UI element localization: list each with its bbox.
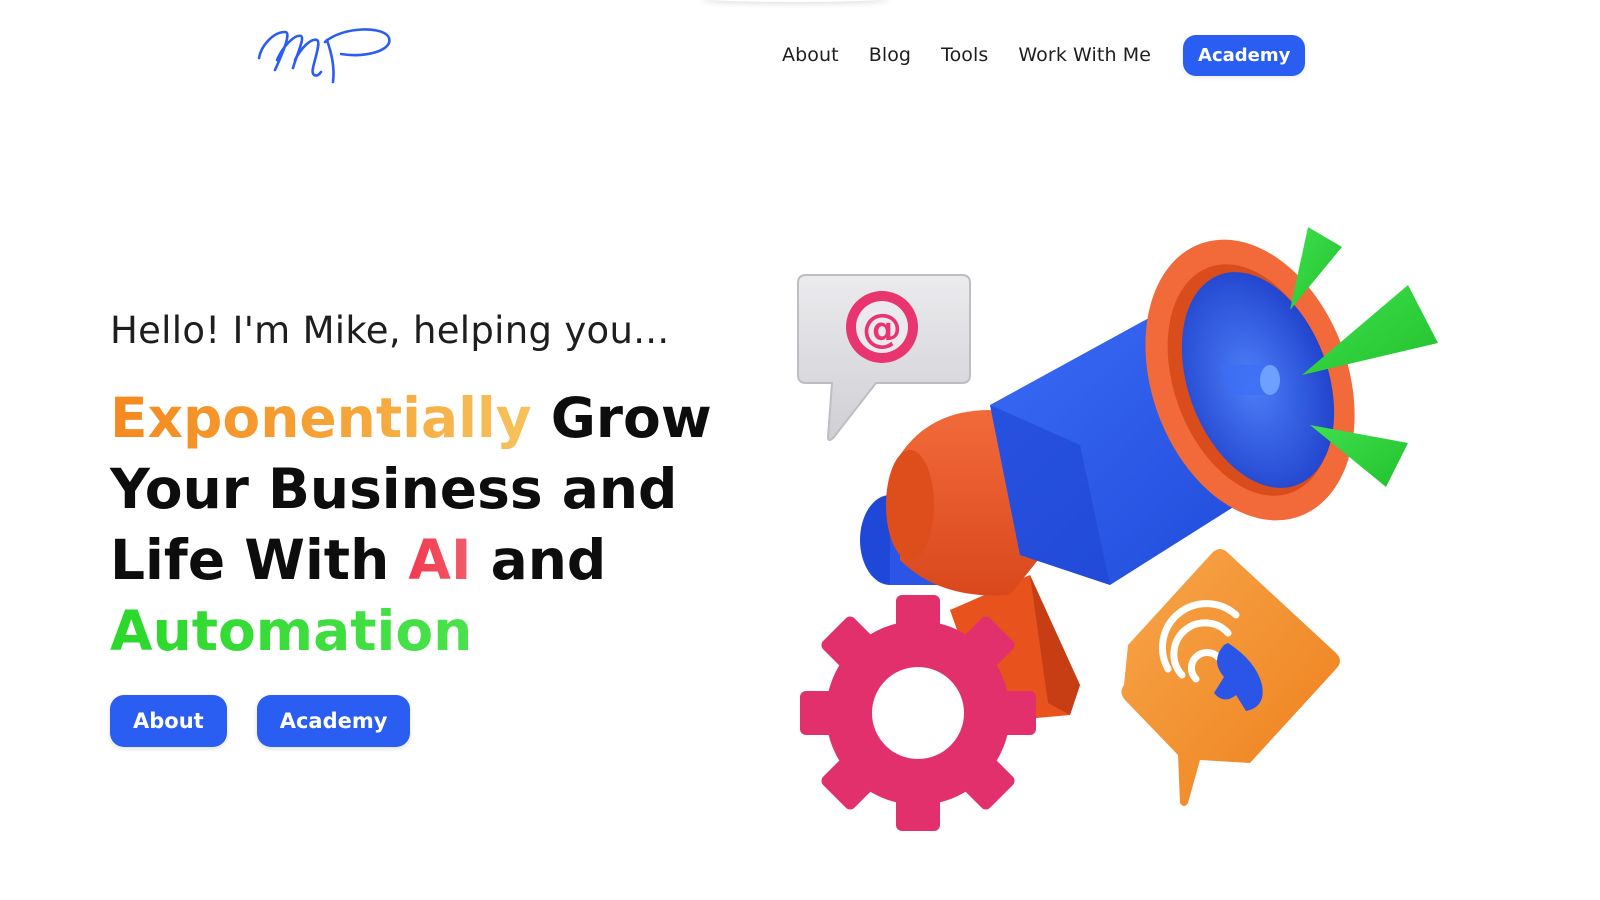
nav-academy-button[interactable]: Academy <box>1183 34 1306 76</box>
svg-text:@: @ <box>862 306 902 352</box>
hero-button-group: About Academy <box>110 695 750 747</box>
top-edge-shadow <box>700 0 890 2</box>
headline-text-and: and <box>471 528 607 592</box>
headline-text-grow: Grow <box>531 386 712 450</box>
headline-highlight-automation: Automation <box>110 599 473 663</box>
nav-link-blog[interactable]: Blog <box>869 44 911 66</box>
headline-text-life-with: Life With <box>110 528 409 592</box>
headline-highlight-ai: AI <box>408 528 472 592</box>
headline-text-business: Your Business and <box>110 457 678 521</box>
marketing-illustration: @ <box>797 227 1438 831</box>
hero-text-section: Hello! I'm Mike, helping you... Exponent… <box>110 305 750 747</box>
site-logo[interactable] <box>255 20 395 84</box>
hero-intro: Hello! I'm Mike, helping you... <box>110 309 670 352</box>
headline-highlight-exponentially: Exponentially <box>110 386 532 450</box>
main-nav: About Blog Tools Work With Me Academy <box>782 34 1306 76</box>
hero-illustration: @ <box>780 215 1480 855</box>
hero-about-button[interactable]: About <box>110 695 227 747</box>
nav-link-about[interactable]: About <box>782 44 839 66</box>
phone-call-icon <box>1121 549 1340 806</box>
nav-link-tools[interactable]: Tools <box>941 44 988 66</box>
email-at-icon: @ <box>797 274 971 441</box>
nav-link-work-with-me[interactable]: Work With Me <box>1018 44 1151 66</box>
mp-signature-icon <box>257 28 391 84</box>
page: About Blog Tools Work With Me Academy He… <box>0 0 1600 900</box>
gear-icon <box>800 595 1036 831</box>
hero-headline: Exponentially Grow Your Business and Lif… <box>110 383 750 667</box>
hero-academy-button[interactable]: Academy <box>256 695 411 747</box>
